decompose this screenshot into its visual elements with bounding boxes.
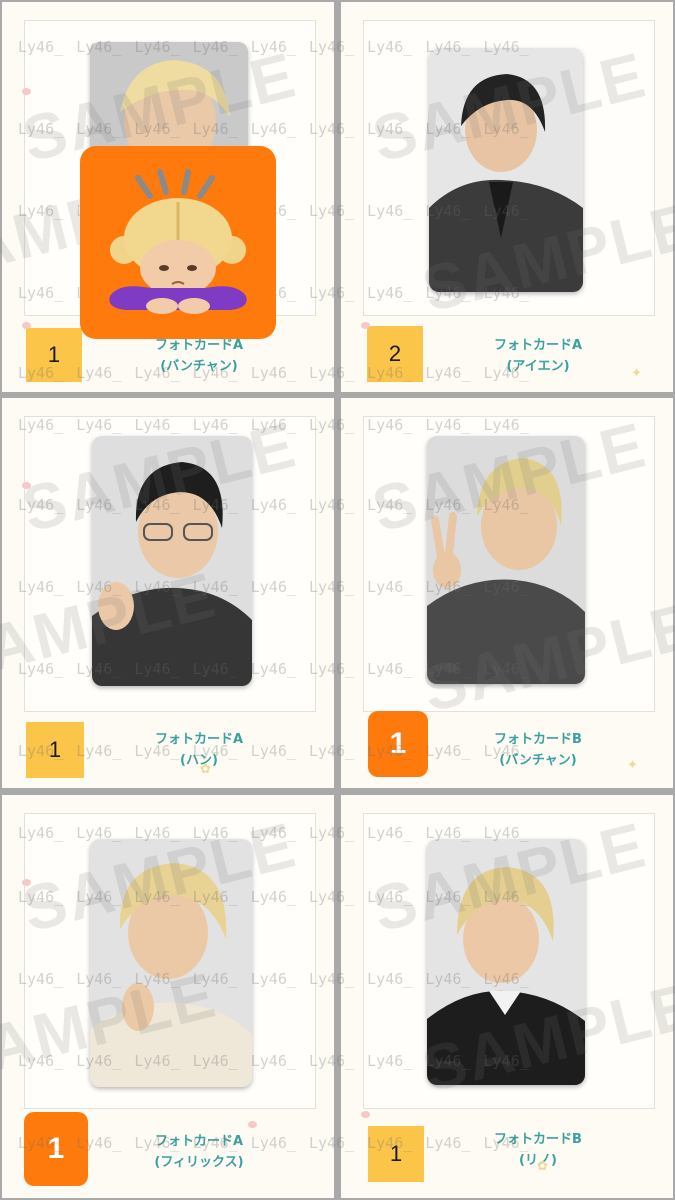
sparkle-decoration: ✿	[200, 762, 211, 777]
photocard-image	[427, 839, 585, 1085]
paw-decoration	[361, 322, 370, 329]
card-caption: フォトカードB (バンチャン)	[421, 729, 655, 771]
card-kind: フォトカードA	[493, 338, 583, 353]
card-cell-6: フォトカードB (リノ) 1 ✿	[341, 795, 673, 1198]
card-member: (フィリックス)	[154, 1155, 244, 1170]
photocard-image	[427, 436, 585, 684]
card-caption: フォトカードA (バンチャン)	[82, 335, 316, 377]
bowing-person-emoji-icon	[109, 169, 247, 314]
paw-decoration	[22, 482, 31, 489]
photocard-image	[429, 48, 583, 292]
card-member: (ハン)	[180, 753, 218, 768]
card-caption: フォトカードA (ハン)	[82, 729, 316, 771]
card-kind: フォトカードA	[154, 1134, 244, 1149]
card-kind: フォトカードA	[154, 732, 244, 747]
card-caption: フォトカードA (フィリックス)	[82, 1131, 316, 1173]
bowing-person-emoji-cover	[80, 146, 276, 339]
quantity-badge: 1	[26, 328, 82, 382]
card-cell-4: フォトカードB (バンチャン) 1 ✦	[341, 398, 673, 788]
paw-decoration	[361, 1111, 370, 1118]
card-cell-3: フォトカードA (ハン) 1 ✿	[2, 398, 334, 788]
card-kind: フォトカードB	[494, 1132, 582, 1147]
paw-decoration	[22, 88, 31, 95]
card-caption: フォトカードA (アイエン)	[421, 335, 655, 377]
card-cell-5: フォトカードA (フィリックス) 1	[2, 795, 334, 1198]
card-kind: フォトカードB	[494, 732, 582, 747]
sparkle-decoration: ✦	[631, 366, 642, 381]
quantity-badge: 1	[26, 722, 84, 778]
quantity-badge: 1	[24, 1112, 88, 1186]
paw-decoration	[248, 1121, 257, 1128]
card-member: (バンチャン)	[499, 753, 577, 768]
quantity-badge: 1	[368, 1126, 424, 1182]
paw-decoration	[22, 879, 31, 886]
card-member: (アイエン)	[506, 359, 570, 374]
card-cell-2: フォトカードA (アイエン) 2 ✦	[341, 2, 673, 392]
sparkle-decoration: ✦	[627, 758, 638, 773]
paw-decoration	[22, 322, 31, 329]
quantity-badge: 1	[368, 711, 428, 777]
photocard-image	[92, 436, 252, 686]
sparkle-decoration: ✿	[537, 1159, 548, 1174]
quantity-badge: 2	[367, 326, 423, 382]
photocard-image	[90, 839, 252, 1087]
card-member: (バンチャン)	[160, 359, 238, 374]
